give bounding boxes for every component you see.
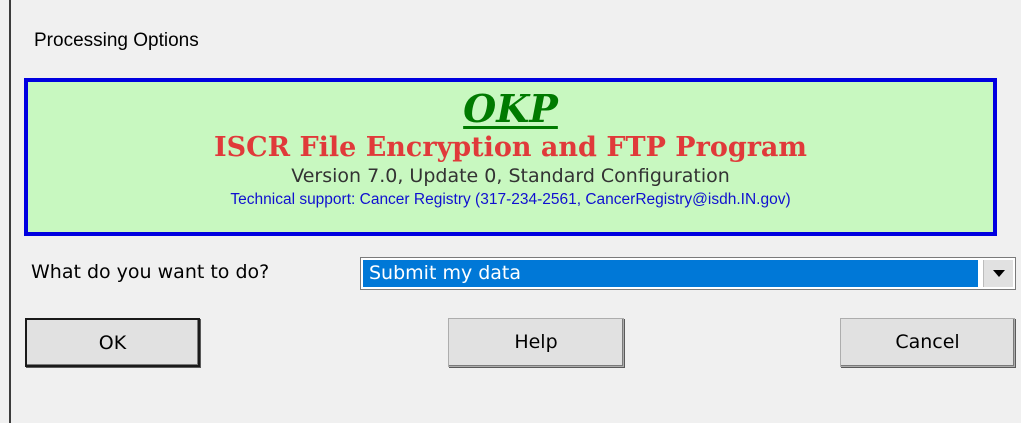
action-select-value[interactable]: Submit my data bbox=[363, 260, 978, 287]
cancel-button[interactable]: Cancel bbox=[840, 318, 1015, 367]
dialog-title: Processing Options bbox=[34, 30, 199, 51]
action-select[interactable]: Submit my data bbox=[360, 257, 1016, 290]
app-name: OKP bbox=[463, 86, 558, 131]
ok-button[interactable]: OK bbox=[25, 318, 200, 367]
version-info: Version 7.0, Update 0, Standard Configur… bbox=[291, 165, 730, 187]
chevron-down-icon[interactable] bbox=[983, 260, 1013, 287]
window-edge bbox=[9, 0, 11, 423]
action-prompt-label: What do you want to do? bbox=[31, 261, 270, 283]
support-info: Technical support: Cancer Registry (317-… bbox=[230, 191, 791, 208]
help-button[interactable]: Help bbox=[448, 318, 624, 367]
program-banner: OKP ISCR File Encryption and FTP Program… bbox=[24, 78, 997, 236]
program-name: ISCR File Encryption and FTP Program bbox=[214, 132, 807, 163]
